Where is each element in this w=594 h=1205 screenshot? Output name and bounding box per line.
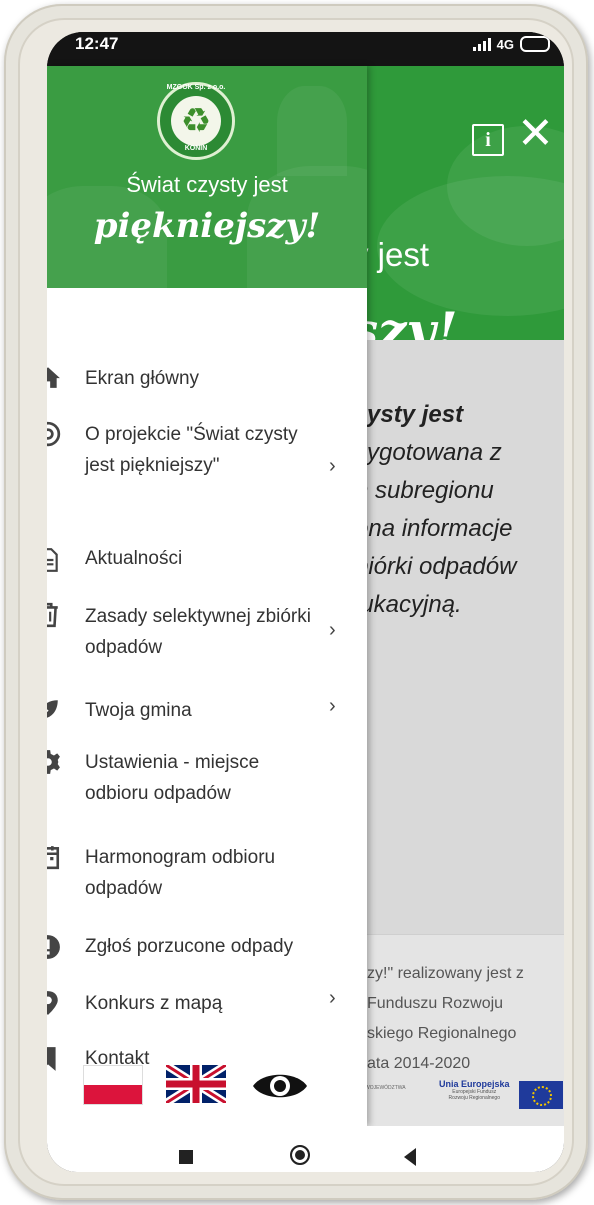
menu-item-label: Konkurs z mapą [85,993,223,1014]
status-time: 12:47 [75,34,119,53]
menu-item-label: Zasady selektywnej zbiórki odpadów [85,606,311,658]
footer-line: ata 2014-2020 [367,1055,471,1072]
menu-item-label: Aktualności [85,548,183,569]
chevron-right-icon: › [329,695,336,717]
signal-icon [472,37,491,51]
footer-line: zy!" realizowany jest z [367,965,524,982]
home-button[interactable] [290,1145,310,1165]
menu-item-label: Zgłoś porzucone odpady [85,936,294,957]
wojewodztwo-logo: WOJEWÓDZTWA [365,1085,406,1091]
target-icon [47,421,61,447]
status-icons: 4G [472,36,550,52]
leaf-icon [47,700,58,718]
eu-logo-text: Unia Europejska Europejski Fundusz Rozwo… [439,1079,510,1101]
network-type: 4G [496,36,514,52]
navigation-drawer: MZGOK Sp. z o.o. ♻ KONIN Świat czysty je… [47,66,367,1126]
map-pin-icon [47,991,58,1015]
trash-icon [47,602,58,628]
footer-text: zy!" realizowany jest z Funduszu Rozwoju… [367,959,524,1079]
bookmark-icon [47,1047,56,1071]
home-icon [47,367,60,388]
alert-icon [47,935,60,959]
status-bar: 12:47 4G [47,32,564,66]
screen: 12:47 4G i ✕ y jest szy! zysty jest zygo… [47,32,564,1172]
polish-flag-button[interactable] [83,1065,143,1105]
eu-flag [519,1081,563,1109]
app-text-line: zysty jest [355,401,464,428]
english-flag-button[interactable] [166,1065,226,1103]
app-text-line: zygotowana z [355,439,502,466]
gear-icon [47,750,60,774]
app-text-line: n subregionu [355,477,494,504]
back-button[interactable] [404,1148,416,1166]
chevron-right-icon: › [329,455,336,477]
recycle-icon: ♻ [180,102,212,140]
logo-bottom-text: KONIN [184,145,208,152]
logo-top-text: MZGOK Sp. z o.o. [166,84,226,91]
menu-item-label: Harmonogram odbioru odpadów [85,847,276,899]
menu-item-label: O projekcie "Świat czysty jest piękniejs… [85,424,298,476]
close-icon[interactable]: ✕ [517,112,554,156]
mzgok-logo: MZGOK Sp. z o.o. ♻ KONIN [157,82,235,160]
calendar-icon [47,846,60,870]
footer-line: Funduszu Rozwoju [367,995,504,1012]
menu-item-label: Ekran główny [85,368,200,389]
chevron-right-icon: › [329,619,336,641]
drawer-slogan-line2: piękniejszy! [93,206,321,246]
menu-item-label: Ustawienia - miejsce odbioru odpadów [85,752,260,804]
app-intro-text: zysty jest zygotowana z n subregionu ona… [355,396,516,624]
drawer-slogan-line1: Świat czysty jest [126,172,288,197]
app-text-line: lukacyjną. [355,591,462,618]
battery-icon [520,36,550,52]
eye-icon[interactable] [251,1068,309,1104]
chevron-right-icon: › [329,987,336,1009]
app-text-line: biórki odpadów [355,553,517,580]
app-text-line: ona informacje [355,515,513,542]
menu-item-label: Twoja gmina [85,700,192,721]
recents-button[interactable] [179,1150,193,1164]
info-icon[interactable]: i [472,124,504,156]
footer-line: skiego Regionalnego [367,1025,517,1042]
drawer-header: MZGOK Sp. z o.o. ♻ KONIN Świat czysty je… [47,66,367,288]
document-icon [47,548,58,572]
